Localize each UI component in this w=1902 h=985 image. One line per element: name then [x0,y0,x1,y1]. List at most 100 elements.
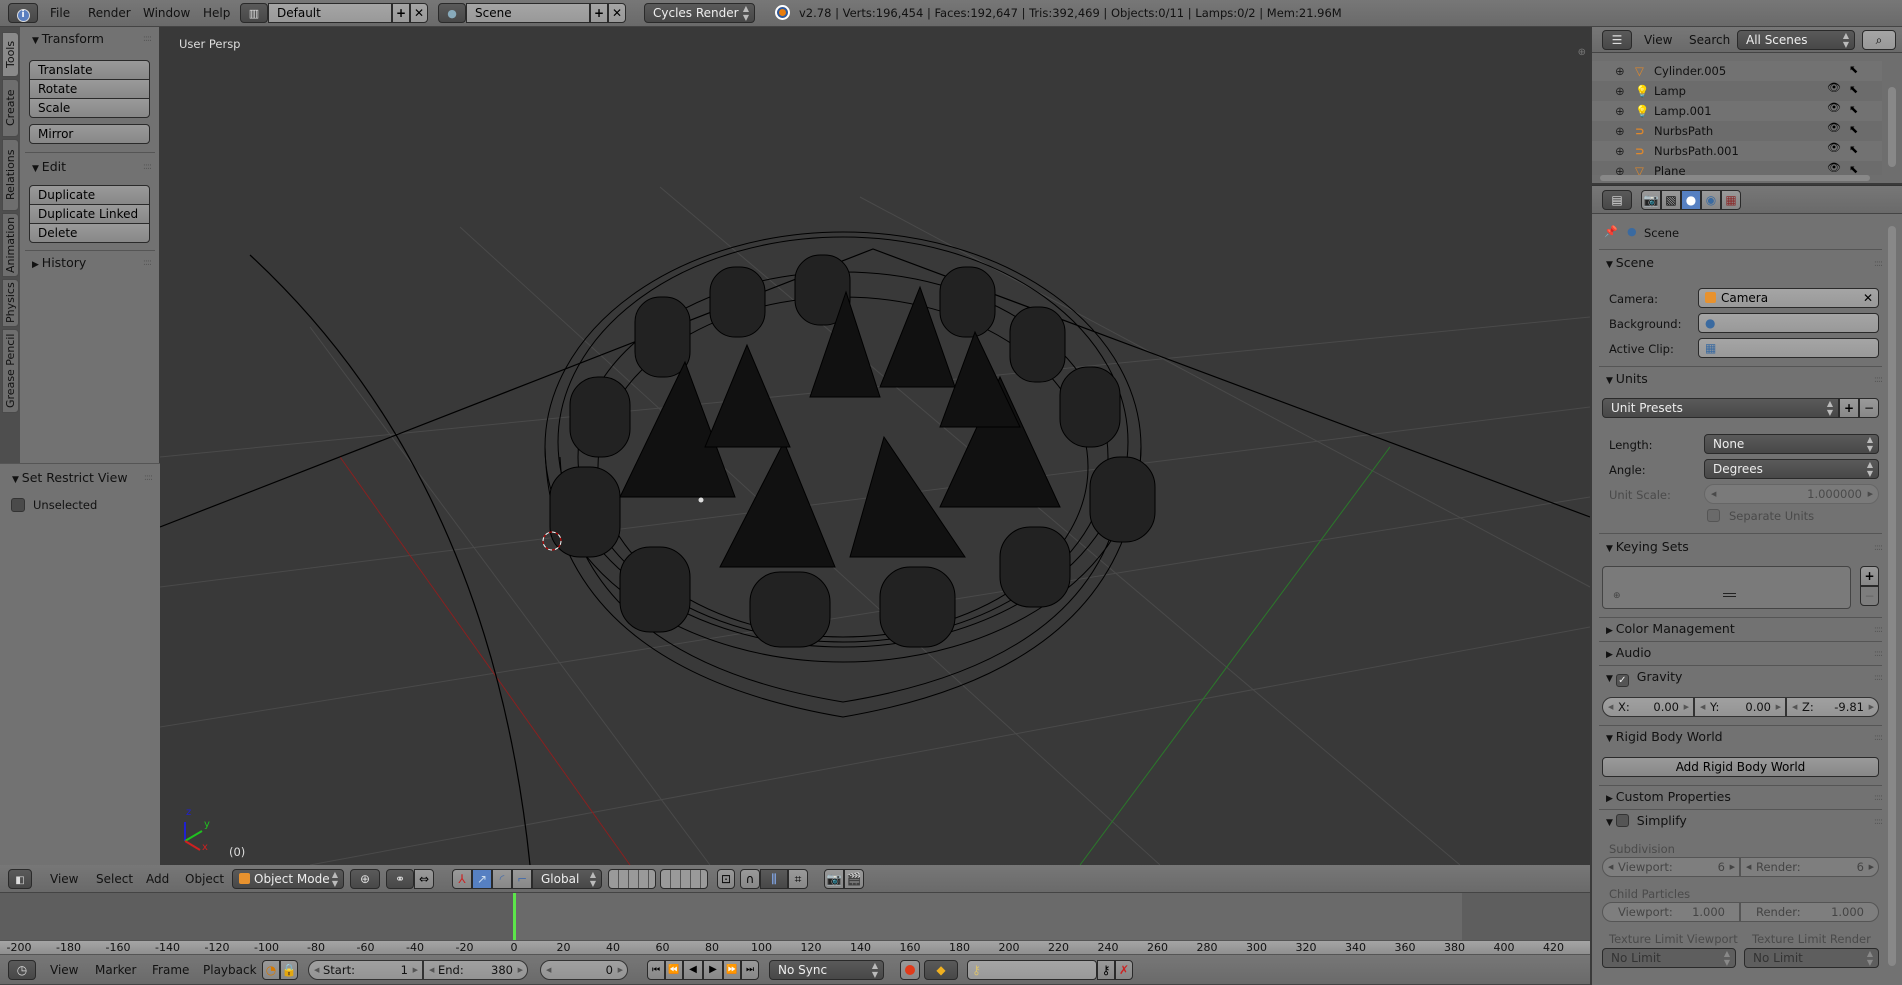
outliner-row-partial[interactable] [1592,53,1882,61]
visibility-eye-icon[interactable]: 👁 [1827,81,1841,94]
child-particles-viewport-field[interactable]: Viewport: 1.000 [1602,902,1740,922]
keying-mode-dropdown[interactable]: ◆ [924,960,958,980]
transform-orientation-dropdown[interactable]: Global ▲ ▼ [532,869,602,889]
delete-keyframe-button[interactable]: ✗ [1115,960,1133,980]
transform-panel-header[interactable]: ▼ Transform [32,27,104,51]
separate-units-checkbox[interactable] [1707,509,1720,522]
opengl-render-image-button[interactable]: 📷 [824,869,844,889]
select-arrow-icon[interactable]: ⬉ [1849,103,1858,116]
editor-type-info-button[interactable]: i [8,3,38,23]
menu-search[interactable]: Search [1689,27,1730,54]
menu-playback[interactable]: Playback [203,955,257,982]
manipulator-toggle[interactable]: ⇔ [414,869,434,889]
select-arrow-icon[interactable]: ⬉ [1849,143,1858,156]
list-resize-handle-icon[interactable] [1723,593,1736,597]
unselected-checkbox[interactable] [11,498,25,512]
rotate-button[interactable]: Rotate [29,79,150,99]
context-render-layers-tab[interactable]: ▧ [1661,190,1681,210]
viewport-shading-dropdown[interactable]: ⊕ [350,869,380,889]
clear-x-icon[interactable]: ✕ [1863,289,1873,307]
history-panel-header[interactable]: ▶ History [32,251,86,275]
pin-icon[interactable]: 📌 [1604,225,1618,238]
panel-grip-icon[interactable]: :::: [1874,259,1883,269]
scale-button[interactable]: Scale [29,98,150,118]
keying-sets-list[interactable]: ⊕ [1602,566,1851,609]
outliner-horizontal-scrollbar[interactable] [1600,175,1870,181]
pivot-point-dropdown[interactable]: ⚭ [386,869,414,889]
custom-properties-panel-header[interactable]: ▶ Custom Properties [1606,785,1731,809]
gravity-x-field[interactable]: ◀ X: 0.00 ▶ [1602,697,1694,717]
delete-button[interactable]: Delete [29,223,150,243]
list-filter-icon[interactable]: ⊕ [1613,591,1621,601]
unit-presets-dropdown[interactable]: Unit Presets ▲ ▼ [1602,398,1839,418]
menu-help[interactable]: Help [203,0,230,27]
panel-grip-icon[interactable]: :::: [1874,375,1883,385]
panel-grip-icon[interactable]: :::: [143,34,152,44]
object-mode-dropdown[interactable]: Object Mode ▲ ▼ [232,869,344,889]
simplify-panel-header[interactable]: ▼ Simplify [1606,809,1687,833]
opengl-render-animation-button[interactable]: 🎬 [844,869,864,889]
menu-marker[interactable]: Marker [95,955,136,982]
subdivision-render-field[interactable]: ◀ Render: 6 ▶ [1740,857,1879,877]
remove-unit-preset-button[interactable]: − [1859,398,1879,418]
panel-grip-icon[interactable]: :::: [1874,793,1883,803]
play-reverse-button[interactable]: ◀ [683,960,703,980]
select-arrow-icon[interactable]: ⬉ [1849,123,1858,136]
snap-target-button[interactable]: ⌗ [788,869,808,889]
gravity-z-field[interactable]: ◀ Z: -9.81 ▶ [1786,697,1879,717]
angle-unit-dropdown[interactable]: Degrees ▲ ▼ [1704,459,1879,479]
panel-grip-icon[interactable]: :::: [1874,543,1883,553]
panel-grip-icon[interactable]: :::: [1874,649,1883,659]
keying-sets-panel-header[interactable]: ▼ Keying Sets [1606,535,1689,559]
select-arrow-icon[interactable]: ⬉ [1849,63,1858,76]
duplicate-linked-button[interactable]: Duplicate Linked [29,204,150,224]
visibility-eye-icon[interactable]: 👁 [1827,161,1841,174]
edit-panel-header[interactable]: ▼ Edit [32,155,66,179]
tab-animation[interactable]: Animation [2,213,19,277]
add-rigid-body-world-button[interactable]: Add Rigid Body World [1602,757,1879,777]
length-unit-dropdown[interactable]: None ▲ ▼ [1704,434,1879,454]
panel-grip-icon[interactable]: :::: [144,473,153,483]
menu-file[interactable]: File [50,0,70,27]
panel-grip-icon[interactable]: :::: [1874,817,1883,827]
visibility-eye-icon[interactable]: 👁 [1827,141,1841,154]
menu-frame[interactable]: Frame [152,955,189,982]
scene-name[interactable]: Scene [466,3,590,23]
select-arrow-icon[interactable]: ⬉ [1849,83,1858,96]
gravity-panel-header[interactable]: ▼ ✓ Gravity [1606,665,1682,689]
menu-add[interactable]: Add [146,865,169,892]
editor-type-3dview-button[interactable]: ◧ [8,869,32,889]
add-layout-button[interactable]: + [392,3,410,23]
rigid-body-world-panel-header[interactable]: ▼ Rigid Body World [1606,725,1723,749]
layers-block-2[interactable] [660,869,708,889]
panel-grip-icon[interactable]: :::: [1874,733,1883,743]
render-engine-dropdown[interactable]: Cycles Render ▲ ▼ [644,3,755,23]
search-button[interactable]: ⌕ [1862,30,1896,50]
panel-grip-icon[interactable]: :::: [1874,673,1883,683]
jump-to-end-button[interactable]: ⏭ [741,960,759,980]
display-mode-dropdown[interactable]: All Scenes ▲ ▼ [1737,30,1855,50]
background-scene-field[interactable]: ● [1698,313,1879,333]
visibility-eye-icon[interactable]: 👁 [1827,121,1841,134]
menu-render[interactable]: Render [88,0,131,27]
panel-grip-icon[interactable]: :::: [143,162,152,172]
timeline-area[interactable] [0,893,1590,940]
sync-mode-dropdown[interactable]: No Sync ▲ ▼ [769,960,884,980]
mirror-button[interactable]: Mirror [29,124,150,144]
panel-grip-icon[interactable]: :::: [143,258,152,268]
context-render-tab[interactable]: 📷 [1641,190,1661,210]
end-frame-field[interactable]: ◀ End: 380 ▶ [423,960,528,980]
menu-window[interactable]: Window [143,0,190,27]
scale-manipulator-toggle[interactable]: ⌐ [512,869,532,889]
menu-view[interactable]: View [1644,27,1672,54]
audio-panel-header[interactable]: ▶ Audio [1606,641,1651,665]
screen-layout-selector[interactable]: ▥ [240,3,268,23]
select-arrow-icon[interactable]: ⬉ [1849,163,1858,175]
remove-keying-set-button[interactable]: − [1860,586,1879,606]
menu-select[interactable]: Select [96,865,133,892]
scene-panel-header[interactable]: ▼ Scene [1606,251,1654,275]
context-texture-tab[interactable]: ▦ [1721,190,1741,210]
active-keying-set-field[interactable]: ⚷ [967,960,1097,980]
timeline-ruler[interactable]: -200 -180 -160 -140 -120 -100 -80 -60 -40 -20 0 20 4… [0,940,1590,955]
child-particles-render-field[interactable]: Render: 1.000 [1740,902,1879,922]
